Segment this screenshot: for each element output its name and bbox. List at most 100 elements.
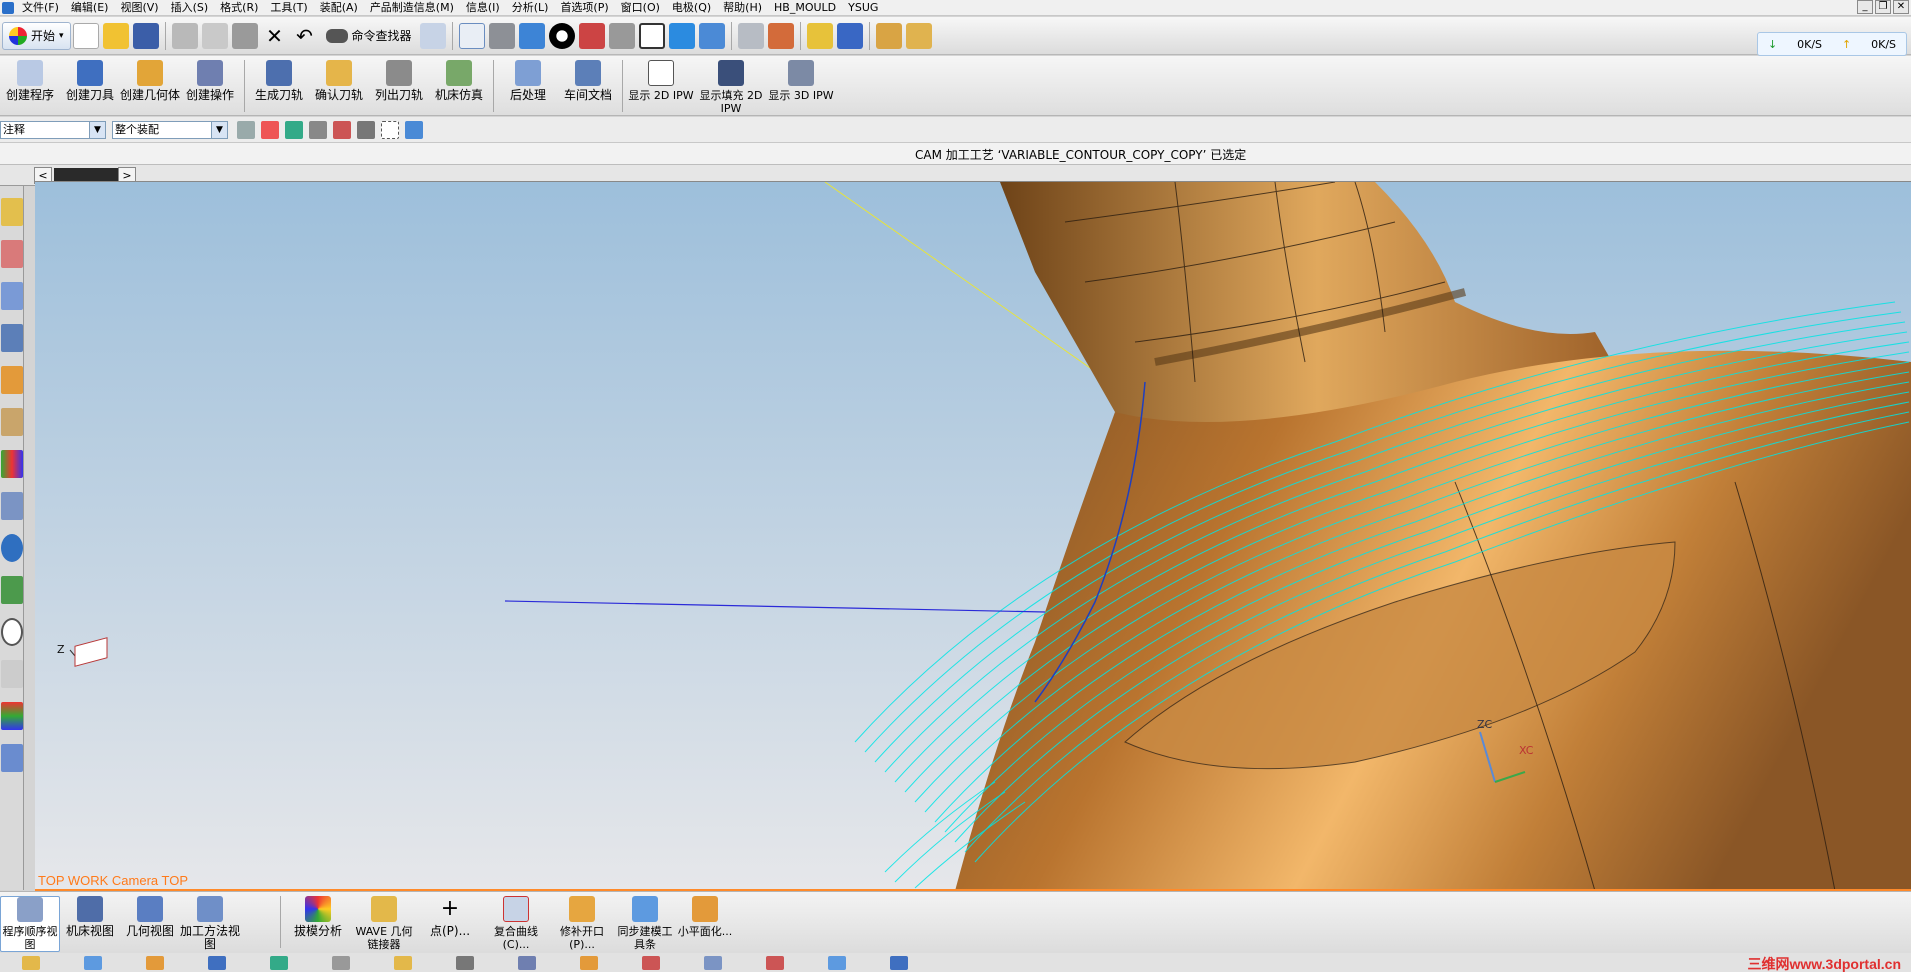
process-studio-icon[interactable] [0, 744, 23, 772]
wcs-icon[interactable] [668, 22, 695, 49]
type-filter-select[interactable]: 注释 ▼ [0, 120, 106, 139]
draft-analysis-button[interactable]: 拔模分析 [285, 896, 351, 938]
tool-icon[interactable] [332, 955, 350, 970]
section-view-icon[interactable] [578, 22, 605, 49]
close-button[interactable]: ✕ [1893, 0, 1909, 14]
snap-point-icon[interactable] [806, 22, 833, 49]
composite-curve-button[interactable]: 复合曲线(C)... [483, 896, 549, 951]
roles-icon[interactable] [0, 702, 23, 730]
machining-feature-navigator-icon[interactable] [0, 282, 23, 310]
tool-icon[interactable] [84, 955, 102, 970]
open-folder-icon[interactable] [102, 22, 129, 49]
postprocess-button[interactable]: 后处理 [498, 60, 558, 102]
measure-distance-icon[interactable] [875, 22, 902, 49]
machine-view-button[interactable]: 机床视图 [60, 896, 120, 938]
shop-doc-button[interactable]: 车间文档 [558, 60, 618, 102]
layer-icon[interactable] [737, 22, 764, 49]
system-materials-icon[interactable] [0, 660, 23, 688]
feature-group-icon[interactable] [285, 120, 303, 139]
show-3d-ipw-button[interactable]: 显示 3D IPW [767, 60, 835, 102]
copy-icon[interactable] [201, 22, 228, 49]
info-icon[interactable] [0, 534, 23, 562]
part-navigator-icon[interactable] [0, 324, 23, 352]
tool-icon[interactable] [890, 955, 908, 970]
patch-opening-button[interactable]: 修补开口(P)... [549, 896, 615, 951]
filter-settings-icon[interactable] [237, 120, 255, 139]
menu-analysis[interactable]: 分析(L) [506, 1, 555, 15]
tool-icon[interactable] [394, 955, 412, 970]
menu-view[interactable]: 视图(V) [114, 1, 164, 15]
create-tool-button[interactable]: 创建刀具 [60, 60, 120, 102]
machine-tool-navigator-icon[interactable] [0, 240, 23, 268]
shading-icon[interactable] [548, 22, 575, 49]
wave-linker-button[interactable]: WAVE 几何链接器 [351, 896, 417, 951]
point-button[interactable]: + 点(P)... [417, 896, 483, 938]
operation-navigator-icon[interactable] [0, 198, 23, 226]
history-icon[interactable] [0, 576, 23, 604]
orient-view-icon[interactable] [698, 22, 725, 49]
select-face-icon[interactable] [309, 120, 327, 139]
tool-icon[interactable] [518, 955, 536, 970]
show-2d-ipw-button[interactable]: 显示 2D IPW [627, 60, 695, 102]
geometry-view-button[interactable]: 几何视图 [120, 896, 180, 938]
create-program-button[interactable]: 创建程序 [0, 60, 60, 102]
clock-icon[interactable] [0, 618, 23, 646]
palette-icon[interactable] [0, 450, 23, 478]
create-geometry-button[interactable]: 创建几何体 [120, 60, 180, 102]
menu-electrode[interactable]: 电极(Q) [666, 1, 717, 15]
menu-insert[interactable]: 插入(S) [165, 1, 215, 15]
menu-info[interactable]: 信息(I) [460, 1, 506, 15]
cut-icon[interactable] [171, 22, 198, 49]
program-order-view-button[interactable]: 程序顺序视图 [0, 896, 60, 952]
select-body-icon[interactable] [357, 120, 375, 139]
select-solid-icon[interactable] [405, 120, 423, 139]
command-finder-button[interactable]: 命令查找器 [320, 23, 418, 49]
restore-button[interactable]: ❐ [1875, 0, 1891, 14]
menu-pmi[interactable]: 产品制造信息(M) [364, 1, 460, 15]
new-file-icon[interactable] [72, 22, 99, 49]
create-operation-button[interactable]: 创建操作 [180, 60, 240, 102]
tool-icon[interactable] [208, 955, 226, 970]
tool-icon[interactable] [580, 955, 598, 970]
menu-tools[interactable]: 工具(T) [264, 1, 313, 15]
paste-icon[interactable] [231, 22, 258, 49]
fit-view-icon[interactable] [458, 22, 485, 49]
menu-assembly[interactable]: 装配(A) [314, 1, 364, 15]
reuse-library-icon[interactable] [0, 366, 23, 394]
generate-path-button[interactable]: 生成刀轨 [249, 60, 309, 102]
delete-icon[interactable]: ✕ [262, 23, 288, 49]
menu-ysug[interactable]: YSUG [842, 1, 884, 15]
measure-angle-icon[interactable] [905, 22, 932, 49]
select-curve-icon[interactable] [333, 120, 351, 139]
menu-hb-mould[interactable]: HB_MOULD [768, 1, 842, 15]
small-face-button[interactable]: 小平面化... [675, 896, 735, 938]
start-button[interactable]: 开始 ▾ [2, 21, 71, 50]
tool-icon[interactable] [22, 955, 40, 970]
tool-icon[interactable] [766, 955, 784, 970]
menu-format[interactable]: 格式(R) [214, 1, 264, 15]
menu-file[interactable]: 文件(F) [16, 1, 65, 15]
menu-window[interactable]: 窗口(O) [615, 1, 666, 15]
method-view-button[interactable]: 加工方法视图 [180, 896, 240, 951]
snap-direction-icon[interactable] [836, 22, 863, 49]
tool-icon[interactable] [146, 955, 164, 970]
hd3d-tools-icon[interactable] [0, 408, 23, 436]
tool-icon[interactable] [828, 955, 846, 970]
save-icon[interactable] [132, 22, 159, 49]
render-style-icon[interactable] [488, 22, 515, 49]
tool-icon[interactable] [704, 955, 722, 970]
wcs-dynamics-icon[interactable] [767, 22, 794, 49]
tool-icon[interactable] [642, 955, 660, 970]
list-path-button[interactable]: 列出刀轨 [369, 60, 429, 102]
tool-icon[interactable] [456, 955, 474, 970]
selection-icon[interactable] [419, 22, 446, 49]
menu-help[interactable]: 帮助(H) [717, 1, 768, 15]
sync-modeling-button[interactable]: 同步建模工具条 [615, 896, 675, 951]
verify-path-button[interactable]: 确认刀轨 [309, 60, 369, 102]
web-browser-icon[interactable] [0, 492, 23, 520]
menu-preferences[interactable]: 首选项(P) [554, 1, 614, 15]
machine-sim-button[interactable]: 机床仿真 [429, 60, 489, 102]
graphics-viewport[interactable]: Z ZC XC [35, 181, 1911, 890]
tool-icon[interactable] [270, 955, 288, 970]
background-icon[interactable] [638, 22, 665, 49]
